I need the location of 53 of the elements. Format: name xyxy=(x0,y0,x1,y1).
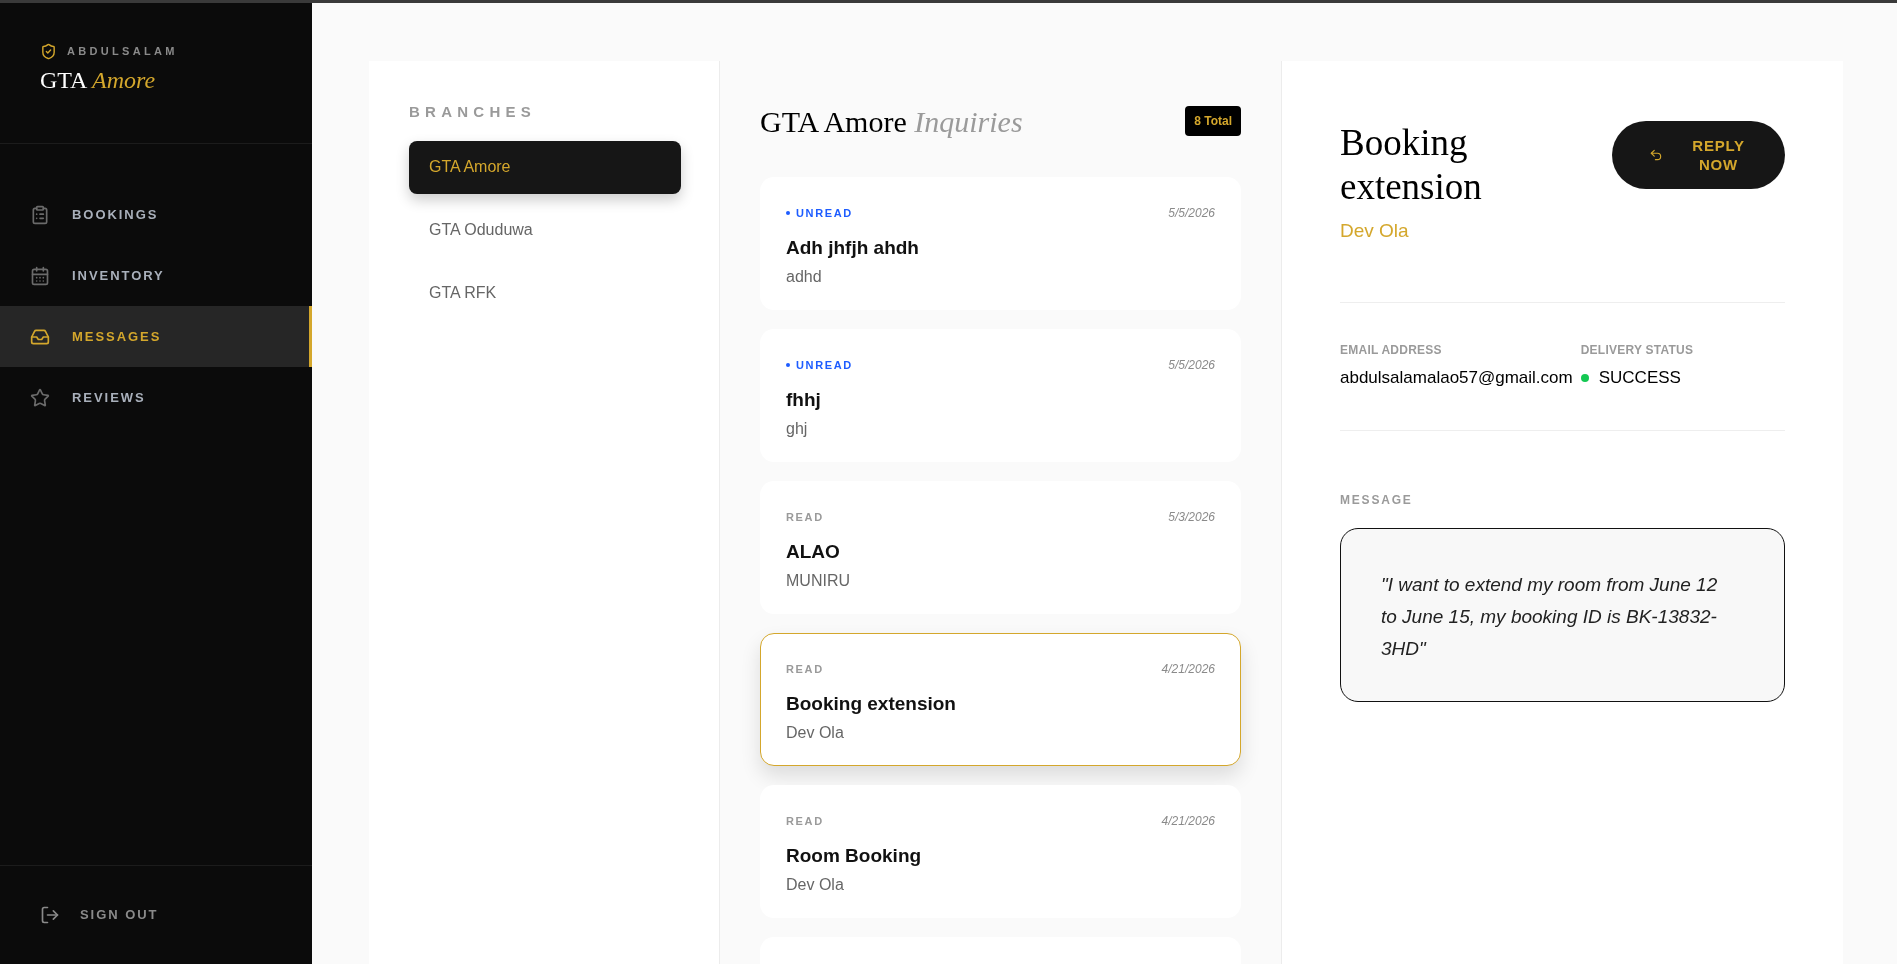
nav-item[interactable]: MESSAGES xyxy=(0,306,312,367)
status-label: READ xyxy=(786,509,824,525)
message-card[interactable]: UNREAD 5/5/2026 Adh jhfjh ahdh adhd xyxy=(760,177,1241,310)
brand-eyebrow: ABDULSALAM xyxy=(67,44,178,60)
branches-heading: BRANCHES xyxy=(409,102,537,122)
detail-title: Booking extension xyxy=(1340,121,1483,209)
reply-icon xyxy=(1648,148,1663,162)
message-sender: adhd xyxy=(786,266,822,287)
message-sender: MUNIRU xyxy=(786,570,850,591)
message-date: 4/21/2026 xyxy=(1161,813,1215,830)
sign-out-icon xyxy=(40,905,60,925)
message-subject: ALAO xyxy=(786,540,840,564)
message-date: 5/5/2026 xyxy=(1168,357,1215,374)
nav-item[interactable]: INVENTORY xyxy=(0,245,312,306)
field-value: SUCCESS xyxy=(1598,367,1681,390)
message-sender: ghj xyxy=(786,418,808,439)
reply-now-button[interactable]: REPLY NOW xyxy=(1612,121,1785,189)
message-date: 5/5/2026 xyxy=(1168,205,1215,222)
total-badge: 8 Total xyxy=(1185,106,1241,136)
brand-logo: GTA Amore xyxy=(40,68,156,92)
message-subject: Booking extension xyxy=(786,692,956,716)
message-card[interactable]: READ 4/21/2026 Room Booking Dev Ola xyxy=(760,785,1241,918)
message-sender: Dev Ola xyxy=(786,722,844,743)
clipboard-icon xyxy=(30,204,50,225)
inquiries-title: GTA Amore Inquiries xyxy=(760,103,1023,140)
message-text: "I want to extend my room from June 12 to June 15, my booking ID is BK-13832-3HD" xyxy=(1381,572,1719,661)
shield-check-icon xyxy=(40,43,57,60)
message-subject: Adh jhfjh ahdh xyxy=(786,236,919,260)
detail-sender: Dev Ola xyxy=(1340,219,1409,243)
branch-item[interactable]: GTA Oduduwa xyxy=(409,203,681,257)
branch-item[interactable]: GTA RFK xyxy=(409,266,681,320)
star-icon xyxy=(30,387,50,408)
status-label: UNREAD xyxy=(786,356,853,374)
branch-item[interactable]: GTA Amore xyxy=(409,140,681,194)
status-label: UNREAD xyxy=(786,204,853,222)
field-label: DELIVERY STATUS xyxy=(1580,342,1694,360)
nav-item[interactable]: BOOKINGS xyxy=(0,184,312,245)
sign-out-button[interactable]: SIGN OUT xyxy=(40,905,159,925)
field-value: abdulsalamalao57@gmail.com xyxy=(1340,367,1573,390)
message-card[interactable]: UNREAD 5/5/2026 fhhj ghj xyxy=(760,329,1241,462)
nav-item[interactable]: REVIEWS xyxy=(0,367,312,428)
field-label: EMAIL ADDRESS xyxy=(1340,342,1443,360)
message-label: MESSAGE xyxy=(1340,491,1413,509)
message-subject: Room Booking xyxy=(786,844,922,868)
status-label: READ xyxy=(786,661,824,677)
message-card[interactable]: READ 4/21/2026 Booking extension Dev Ola xyxy=(760,633,1241,766)
message-card[interactable]: READ 5/3/2026 ALAO MUNIRU xyxy=(760,481,1241,614)
message-subject: fhhj xyxy=(786,388,821,412)
calendar-icon xyxy=(30,265,50,286)
message-sender: Dev Ola xyxy=(786,874,844,895)
message-date: 4/21/2026 xyxy=(1161,661,1215,678)
message-date: 5/3/2026 xyxy=(1168,509,1215,526)
status-label: READ xyxy=(786,813,824,829)
